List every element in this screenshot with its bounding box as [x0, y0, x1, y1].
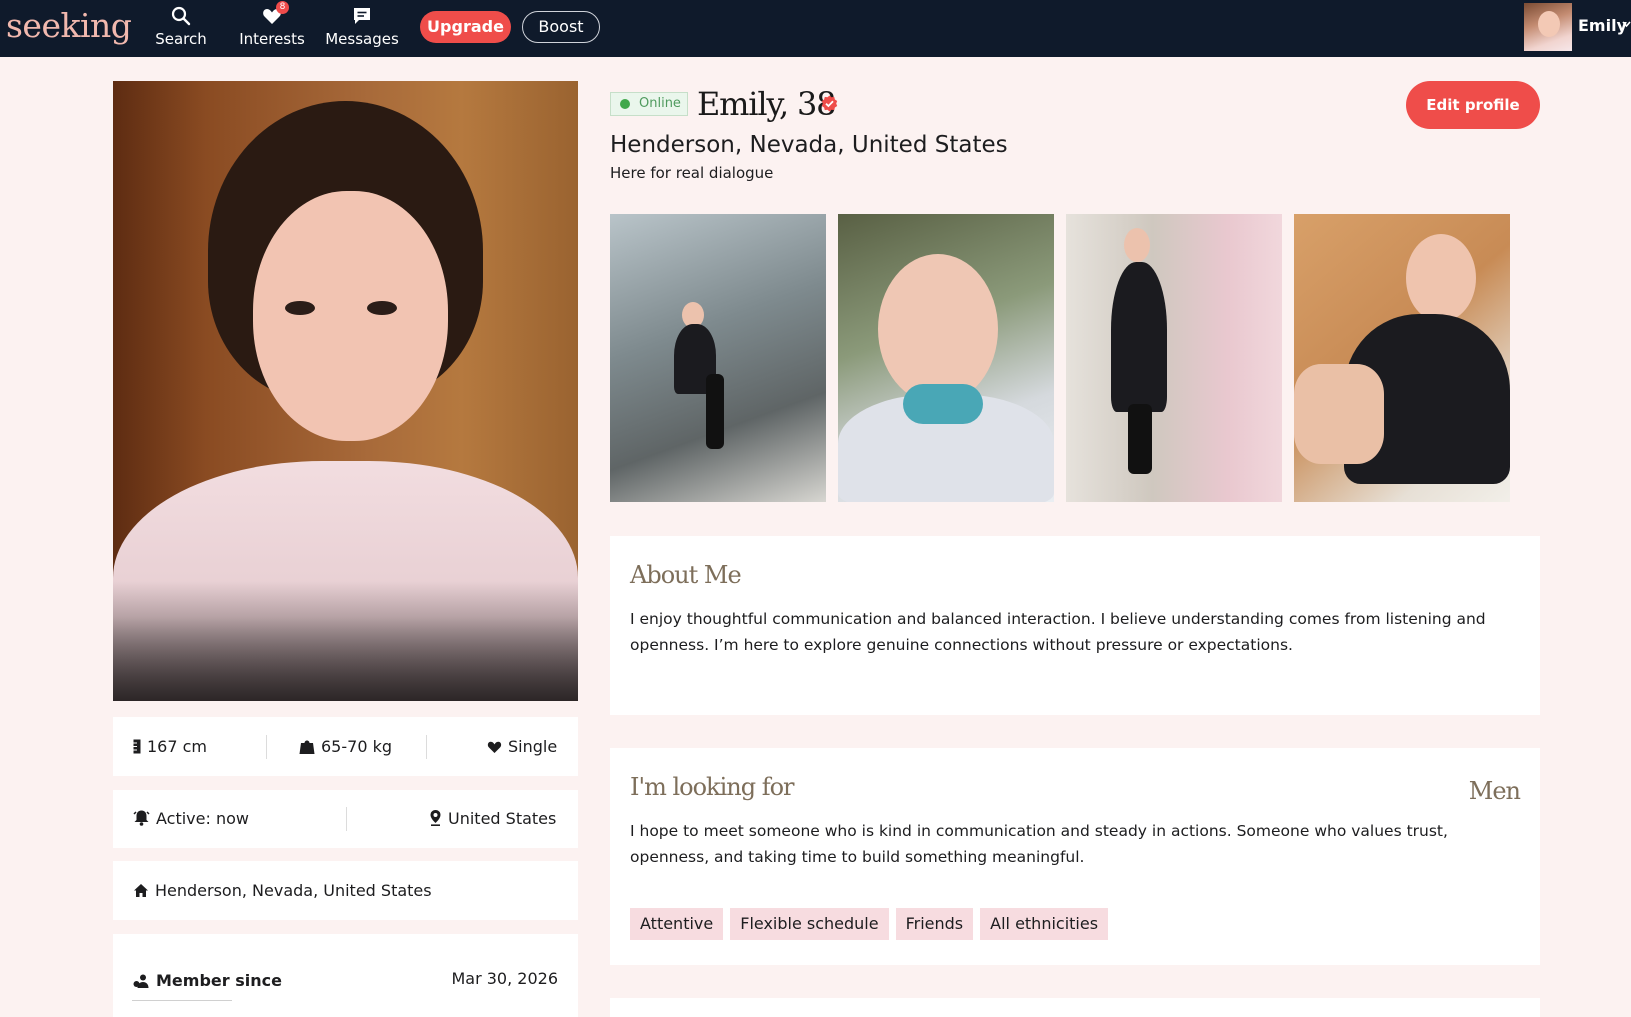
about-me-title: About Me: [630, 561, 742, 589]
home-value: Henderson, Nevada, United States: [155, 881, 432, 900]
profile-tagline: Here for real dialogue: [610, 164, 774, 182]
home-location-card: Henderson, Nevada, United States: [113, 861, 578, 920]
gallery-photo-3[interactable]: [1066, 214, 1282, 502]
gallery-photo-4[interactable]: [1294, 214, 1510, 502]
user-avatar[interactable]: [1524, 3, 1572, 51]
weight-stat: 65-70 kg: [299, 737, 392, 757]
relationship-stat: Single: [487, 737, 557, 757]
weight-scale-icon: [299, 740, 315, 754]
online-status-badge: Online: [610, 92, 688, 116]
stats-card-body: 167 cm 65-70 kg Single: [113, 717, 578, 776]
weight-value: 65-70 kg: [321, 737, 392, 756]
gallery-photo-1[interactable]: [610, 214, 826, 502]
top-navbar: seeking Search 8 Interests Messages Upgr…: [0, 0, 1631, 57]
interests-badge: 8: [276, 1, 289, 14]
looking-for-text: I hope to meet someone who is kind in co…: [630, 822, 1448, 866]
member-since-card: Member since Mar 30, 2026: [113, 934, 578, 1017]
message-icon: [354, 8, 370, 24]
relationship-value: Single: [508, 737, 558, 756]
boost-button[interactable]: Boost: [522, 11, 600, 43]
nav-messages-label: Messages: [325, 30, 399, 48]
chevron-down-icon[interactable]: [1622, 21, 1631, 28]
tag-list: Attentive Flexible schedule Friends All …: [630, 908, 1109, 940]
member-since-label: Member since: [133, 971, 282, 991]
tag-flexible-schedule: Flexible schedule: [730, 908, 889, 940]
next-section: [610, 998, 1540, 1017]
activity-card: Active: now United States: [113, 790, 578, 848]
nav-interests-label: Interests: [239, 30, 305, 48]
edit-profile-button[interactable]: Edit profile: [1406, 81, 1540, 129]
active-value: Active: now: [156, 809, 249, 828]
online-dot-icon: [620, 99, 630, 109]
main-profile-photo[interactable]: [113, 81, 578, 701]
tag-all-ethnicities: All ethnicities: [980, 908, 1109, 940]
looking-for-target: Men: [1468, 777, 1521, 805]
upgrade-button[interactable]: Upgrade: [420, 11, 511, 43]
looking-for-section: I'm looking for Men I hope to meet someo…: [610, 748, 1540, 965]
heart-icon: [487, 741, 502, 753]
height-stat: 167 cm: [133, 737, 207, 757]
tag-friends: Friends: [895, 908, 974, 940]
seeking-logo[interactable]: seeking: [6, 4, 132, 48]
nav-interests[interactable]: 8 Interests: [237, 1, 307, 54]
user-menu-name[interactable]: Emily: [1578, 16, 1627, 35]
home-icon: [134, 884, 148, 897]
ruler-icon: [133, 739, 141, 754]
profile-name-age: Emily, 38: [697, 85, 836, 123]
gallery-photo-2[interactable]: [838, 214, 1054, 502]
country-stat: United States: [429, 809, 556, 829]
about-me-section: About Me I enjoy thoughtful communicatio…: [610, 536, 1540, 715]
tag-attentive: Attentive: [630, 908, 724, 940]
height-value: 167 cm: [147, 737, 208, 756]
verified-badge-icon: [821, 95, 838, 112]
country-value: United States: [448, 809, 557, 828]
active-stat: Active: now: [133, 809, 249, 829]
members-icon: [133, 974, 149, 988]
member-since-date: Mar 30, 2026: [451, 969, 558, 988]
about-me-text: I enjoy thoughtful communication and bal…: [630, 610, 1486, 654]
nav-search[interactable]: Search: [153, 4, 209, 54]
home-stat: Henderson, Nevada, United States: [133, 881, 432, 901]
bell-icon: [133, 810, 150, 826]
looking-for-title: I'm looking for: [630, 773, 795, 801]
nav-search-label: Search: [155, 30, 207, 48]
location-pin-icon: [430, 810, 441, 827]
search-icon: [171, 6, 191, 26]
nav-messages[interactable]: Messages: [323, 4, 401, 54]
divider: [132, 1000, 232, 1001]
profile-location: Henderson, Nevada, United States: [610, 132, 1008, 158]
